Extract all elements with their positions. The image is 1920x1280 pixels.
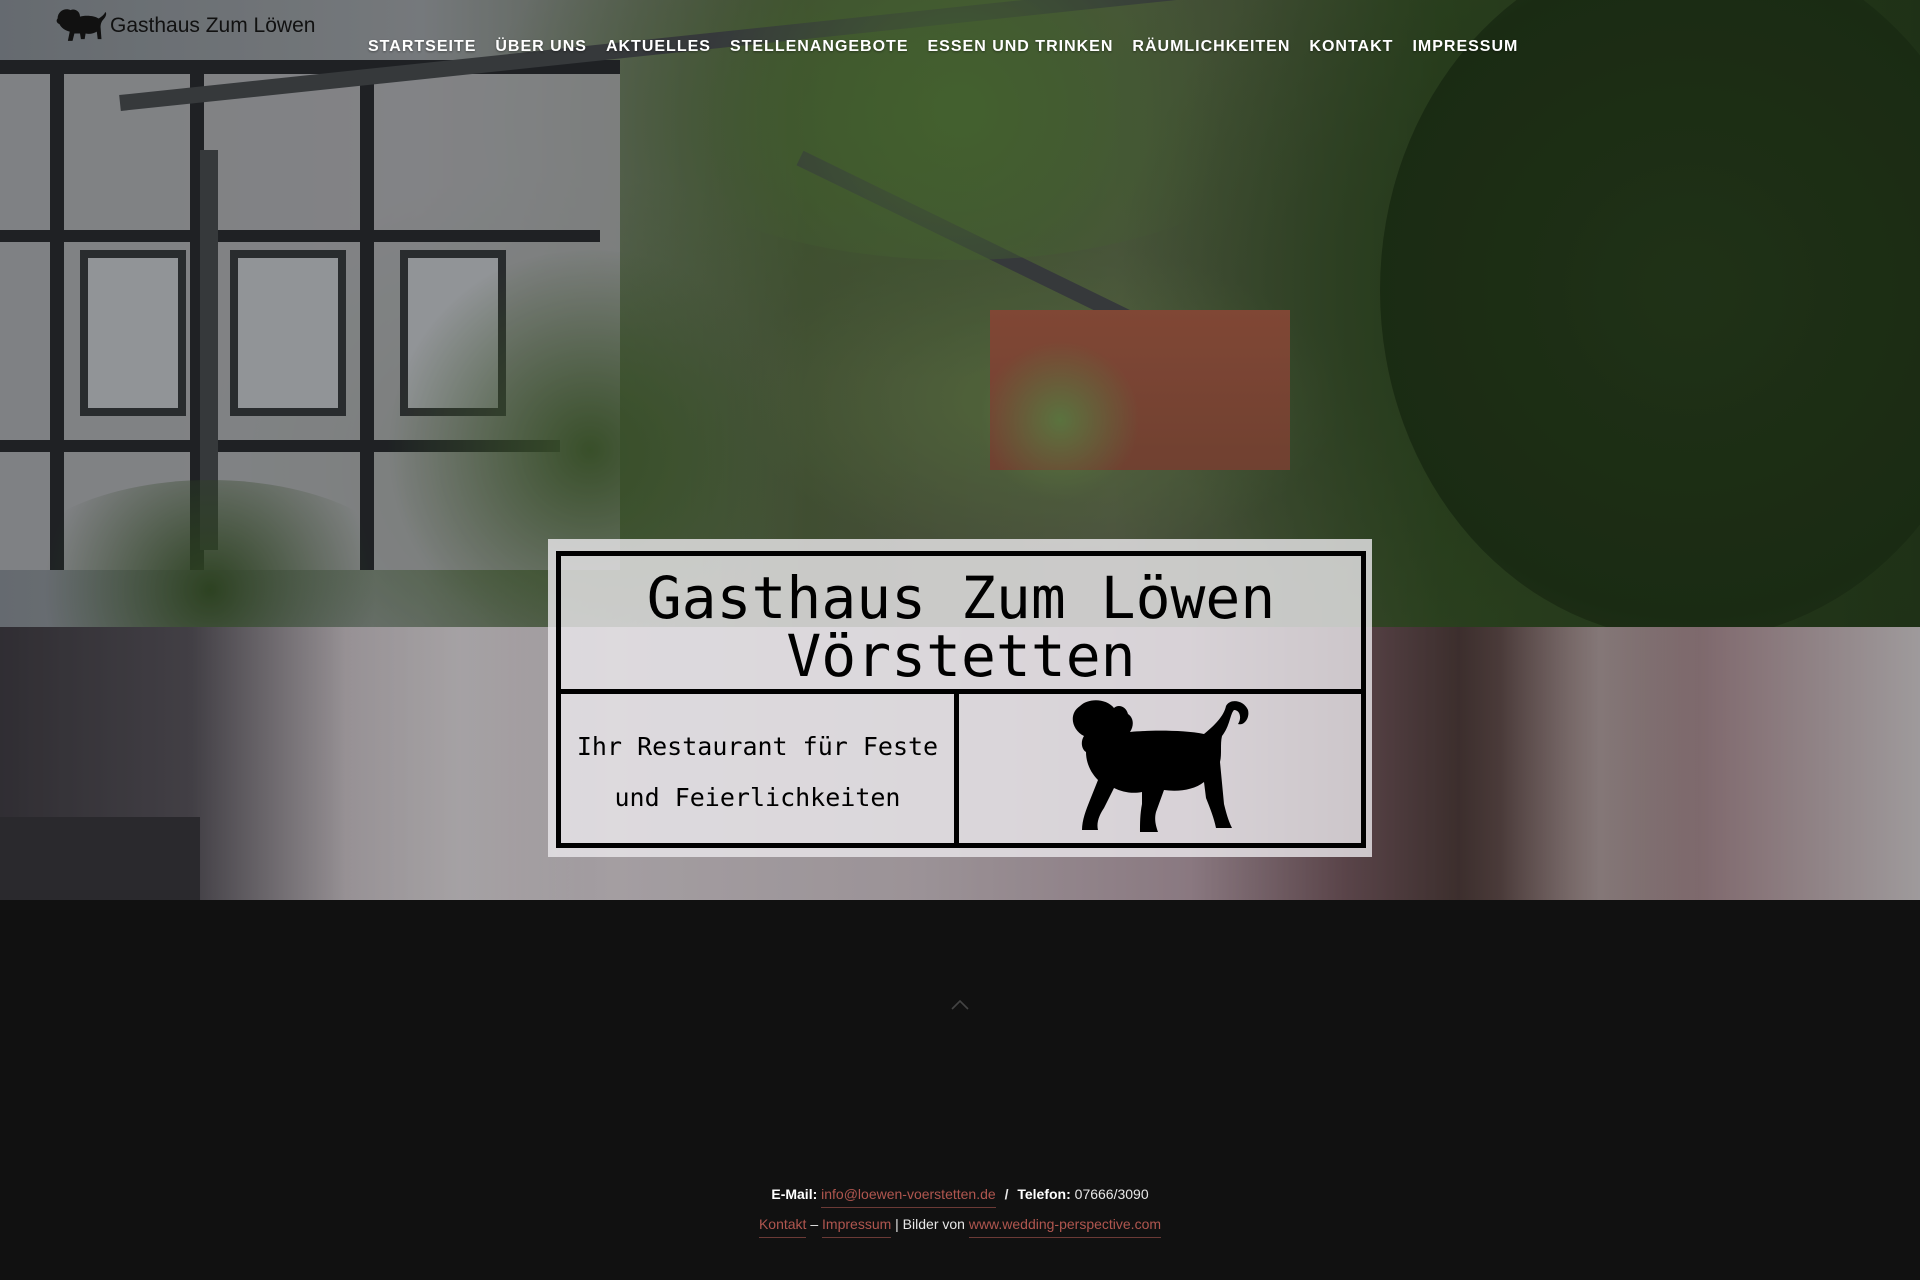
footer-credits-text: | Bilder von bbox=[895, 1216, 965, 1232]
footer-dash: – bbox=[810, 1216, 819, 1232]
logo-text: Gasthaus Zum Löwen bbox=[110, 14, 316, 37]
footer-credits-link[interactable]: www.wedding-perspective.com bbox=[968, 1216, 1162, 1238]
footer-contact-line: E-Mail: info@loewen-voerstetten.de / Tel… bbox=[0, 1182, 1920, 1208]
footer: E-Mail: info@loewen-voerstetten.de / Tel… bbox=[0, 1182, 1920, 1242]
nav-stellenangebote[interactable]: STELLENANGEBOTE bbox=[730, 38, 909, 56]
sign-subtitle-line1: Ihr Restaurant für Feste bbox=[576, 732, 939, 761]
nav-impressum[interactable]: IMPRESSUM bbox=[1412, 38, 1518, 56]
nav-essen-und-trinken[interactable]: ESSEN UND TRINKEN bbox=[928, 38, 1114, 56]
phone-number: 07666/3090 bbox=[1074, 1186, 1149, 1202]
nav-startseite[interactable]: STARTSEITE bbox=[368, 38, 476, 56]
nav-raeumlichkeiten[interactable]: RÄUMLICHKEITEN bbox=[1132, 38, 1290, 56]
nav-aktuelles[interactable]: AKTUELLES bbox=[606, 38, 711, 56]
hero-sign: Gasthaus Zum Löwen Vörstetten Ihr Restau… bbox=[548, 539, 1372, 857]
sign-frame: Gasthaus Zum Löwen Vörstetten Ihr Restau… bbox=[556, 551, 1366, 848]
sign-subtitle-line2: und Feierlichkeiten bbox=[614, 783, 901, 812]
sign-subtitle-box: Ihr Restaurant für Feste und Feierlichke… bbox=[561, 694, 959, 843]
main-navigation: STARTSEITE ÜBER UNS AKTUELLES STELLENANG… bbox=[368, 38, 1518, 56]
lion-logo-icon bbox=[56, 9, 107, 41]
email-link[interactable]: info@loewen-voerstetten.de bbox=[821, 1186, 996, 1208]
footer-links-line: Kontakt – Impressum | Bilder von www.wed… bbox=[0, 1212, 1920, 1238]
phone-label: Telefon: bbox=[1017, 1186, 1071, 1202]
nav-ueber-uns[interactable]: ÜBER UNS bbox=[495, 38, 587, 56]
sign-location: Vörstetten bbox=[786, 622, 1136, 690]
email-label: E-Mail: bbox=[771, 1186, 818, 1202]
sign-title: Gasthaus Zum Löwen bbox=[646, 564, 1276, 632]
footer-kontakt-link[interactable]: Kontakt bbox=[758, 1216, 807, 1238]
site-logo[interactable]: Gasthaus Zum Löwen bbox=[52, 4, 315, 48]
sign-title-box: Gasthaus Zum Löwen Vörstetten bbox=[561, 556, 1361, 694]
footer-impressum-link[interactable]: Impressum bbox=[822, 1216, 892, 1238]
chevron-up-icon[interactable] bbox=[950, 997, 970, 1011]
nav-kontakt[interactable]: KONTAKT bbox=[1309, 38, 1393, 56]
footer-divider: / bbox=[1004, 1186, 1009, 1202]
lion-icon bbox=[1072, 700, 1249, 832]
